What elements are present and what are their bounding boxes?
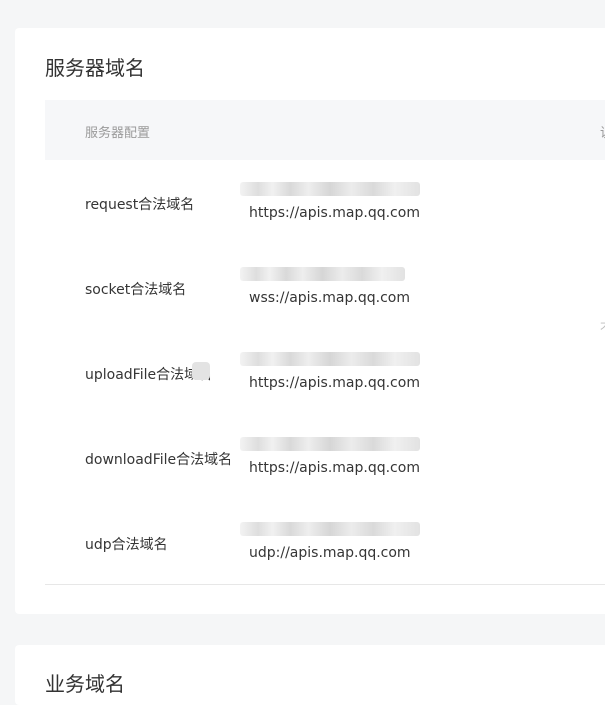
row-url-uploadfile: https://apis.map.qq.com	[249, 375, 420, 391]
table-row-socket: socket合法域名 wss://apis.map.qq.com	[45, 245, 605, 330]
blurred-domain	[240, 352, 420, 366]
table-header: 服务器配置 说	[45, 100, 605, 160]
row-label-socket: socket合法域名	[85, 282, 187, 298]
row-url-request: https://apis.map.qq.com	[249, 205, 420, 221]
blurred-smudge	[192, 362, 210, 380]
blurred-domain	[240, 267, 405, 281]
table-row-udp: udp合法域名 udp://apis.map.qq.com	[45, 500, 605, 585]
business-domain-title: 业务域名	[45, 672, 125, 696]
table-row-request: request合法域名 https://apis.map.qq.com	[45, 160, 605, 245]
header-description: 说	[600, 122, 605, 141]
table-row-downloadfile: downloadFile合法域名 https://apis.map.qq.com	[45, 415, 605, 500]
blurred-domain	[240, 522, 420, 536]
server-domain-title: 服务器域名	[45, 56, 145, 80]
table-row-uploadfile: uploadFile合法域名 https://apis.map.qq.com	[45, 330, 605, 415]
table-bottom-divider	[45, 584, 605, 585]
row-url-downloadfile: https://apis.map.qq.com	[249, 460, 420, 476]
header-server-config: 服务器配置	[85, 126, 151, 141]
row-url-socket: wss://apis.map.qq.com	[249, 290, 410, 306]
row-label-request: request合法域名	[85, 197, 195, 213]
row-label-downloadfile: downloadFile合法域名	[85, 452, 233, 468]
row-label-udp: udp合法域名	[85, 537, 168, 553]
blurred-domain	[240, 182, 420, 196]
server-domain-card: 服务器域名 服务器配置 说 request合法域名 https://apis.m…	[15, 28, 605, 614]
side-column-mark: 不	[600, 319, 605, 336]
business-domain-card: 业务域名	[15, 645, 605, 705]
blurred-domain	[240, 437, 420, 451]
row-url-udp: udp://apis.map.qq.com	[249, 545, 411, 561]
